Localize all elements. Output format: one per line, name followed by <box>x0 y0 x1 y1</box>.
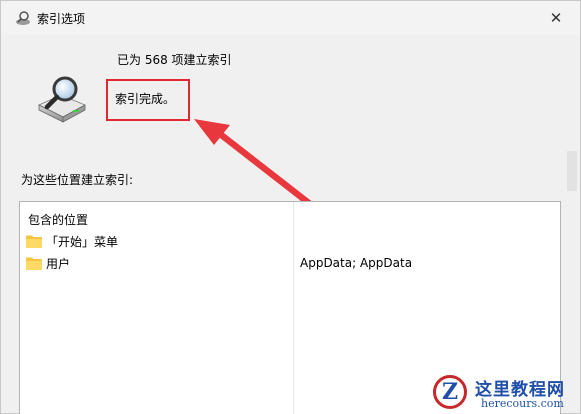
title-bar: 索引选项 ✕ <box>1 1 580 35</box>
indexing-options-window: 索引选项 ✕ 已为 568 项建立索引 索引完成。 为这些位置建立索引: 包含的… <box>0 0 581 414</box>
included-locations-header[interactable]: 包含的位置 <box>28 211 88 228</box>
watermark-url: herecours.com <box>481 397 564 410</box>
close-icon: ✕ <box>549 9 563 27</box>
folder-icon <box>26 235 42 248</box>
indexed-count-text: 已为 568 项建立索引 <box>117 53 232 67</box>
list-item[interactable]: 「开始」菜单 <box>26 232 118 250</box>
close-button[interactable]: ✕ <box>536 1 576 35</box>
column-divider <box>293 202 294 414</box>
site-watermark: Z 这里教程网 herecours.com <box>431 373 581 414</box>
indexing-drive-icon <box>38 76 86 123</box>
location-name: 「开始」菜单 <box>46 234 119 249</box>
search-drive-icon <box>16 11 30 25</box>
list-item[interactable]: 用户 <box>26 254 70 272</box>
window-title: 索引选项 <box>37 12 86 26</box>
folder-icon <box>26 257 42 270</box>
scrollbar-thumb[interactable] <box>567 151 577 191</box>
location-name: 用户 <box>46 256 71 271</box>
indexing-status-text: 索引完成。 <box>115 92 176 106</box>
watermark-logo-icon: Z <box>433 375 467 409</box>
excluded-folders-text: AppData; AppData <box>300 256 413 270</box>
index-locations-label: 为这些位置建立索引: <box>21 173 134 187</box>
